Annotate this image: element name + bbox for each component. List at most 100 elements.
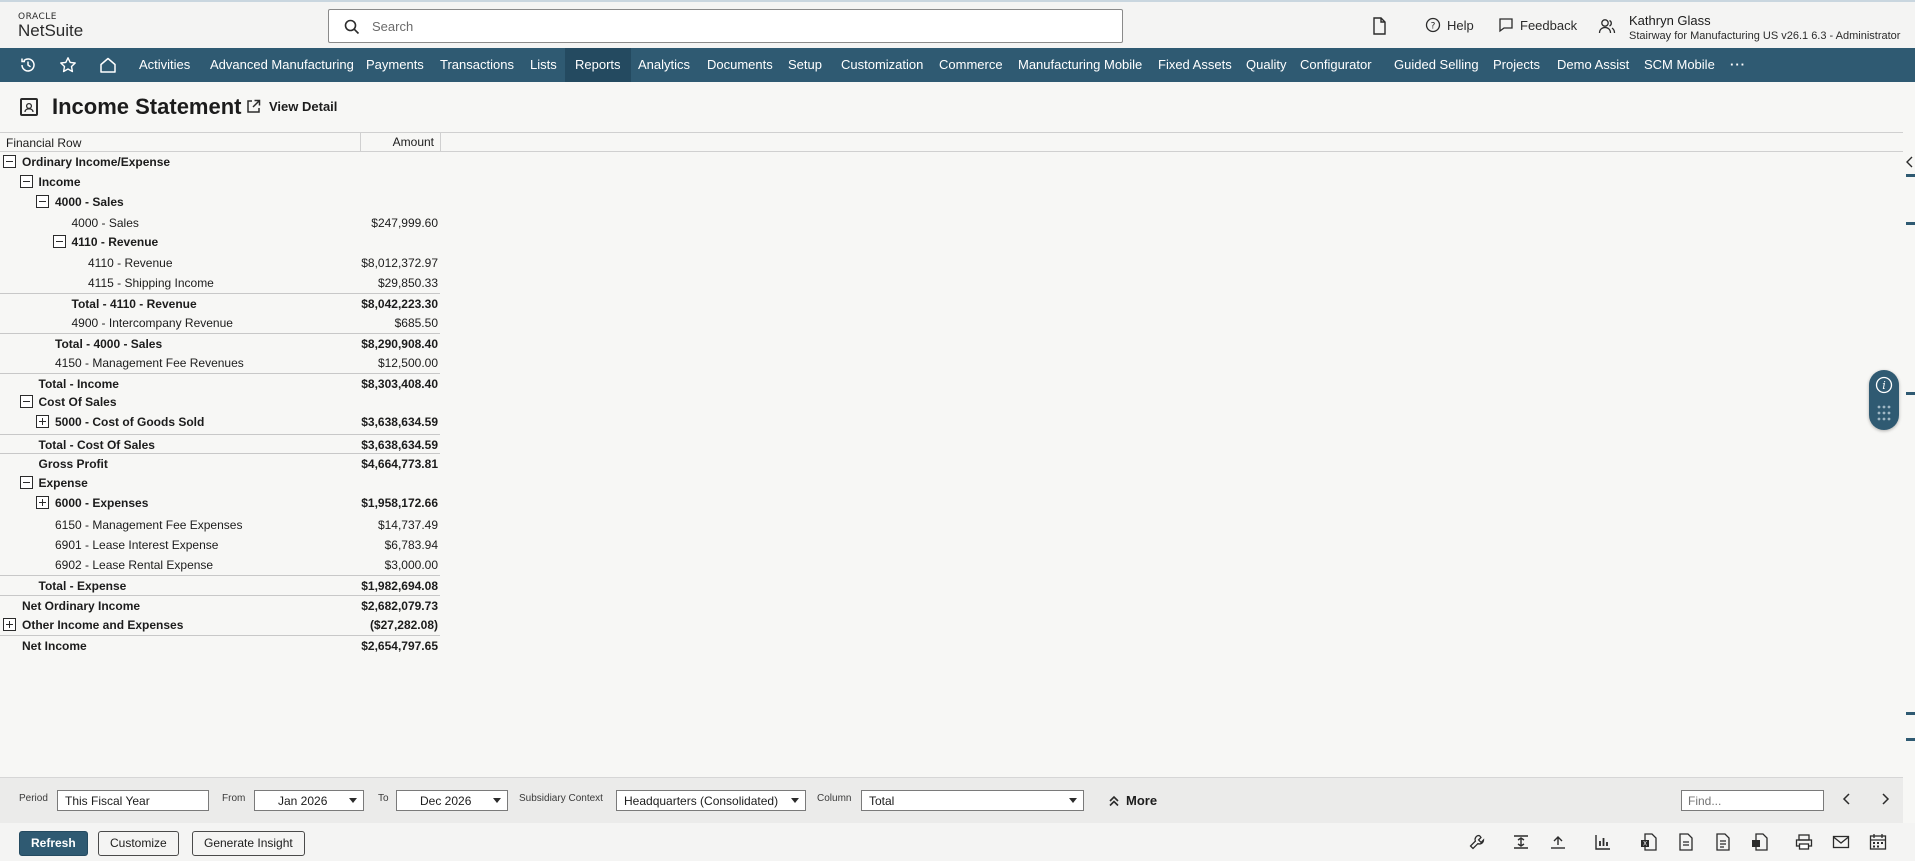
expand-icon[interactable] — [3, 618, 16, 631]
collapse-icon[interactable] — [19, 476, 33, 489]
row-amount[interactable]: $3,000.00 — [385, 558, 438, 572]
row-label[interactable]: 6000 - Expenses — [55, 496, 148, 510]
row-amount[interactable]: $3,638,634.59 — [361, 415, 438, 429]
nav-commerce[interactable]: Commerce — [929, 48, 1013, 82]
floating-assist-button[interactable]: i — [1869, 370, 1899, 430]
row-amount[interactable]: $3,638,634.59 — [361, 438, 438, 452]
wrench-icon[interactable] — [1468, 833, 1486, 851]
row-label[interactable]: Cost Of Sales — [39, 395, 117, 409]
chevron-left-icon[interactable] — [1842, 792, 1852, 806]
user-role[interactable]: Stairway for Manufacturing US v26.1 6.3 … — [1629, 30, 1900, 42]
feedback-link[interactable]: Feedback — [1498, 17, 1577, 33]
global-search-input[interactable]: Search — [328, 9, 1123, 43]
row-amount[interactable]: $4,664,773.81 — [361, 457, 438, 471]
user-roles-icon[interactable] — [1598, 17, 1616, 35]
row-label[interactable]: Income — [39, 175, 81, 189]
nav-quality[interactable]: Quality — [1236, 48, 1296, 82]
nav-documents[interactable]: Documents — [697, 48, 783, 82]
subsidiary-context-select[interactable]: Headquarters (Consolidated) — [616, 790, 806, 811]
row-label[interactable]: 4000 - Sales — [55, 195, 124, 209]
row-amount[interactable]: $2,654,797.65 — [361, 639, 438, 653]
row-amount[interactable]: $8,012,372.97 — [361, 256, 438, 270]
row-label[interactable]: 5000 - Cost of Goods Sold — [55, 415, 204, 429]
collapse-icon[interactable] — [19, 175, 33, 188]
export-pdf-icon[interactable] — [1714, 833, 1732, 851]
row-label[interactable]: 4110 - Revenue — [72, 235, 159, 249]
row-amount[interactable]: $247,999.60 — [371, 216, 438, 230]
nav-transactions[interactable]: Transactions — [430, 48, 524, 82]
customize-button[interactable]: Customize — [98, 831, 179, 856]
column-header-financial-row[interactable]: Financial Row — [6, 136, 81, 150]
collapse-all-icon[interactable] — [1549, 833, 1567, 851]
expand-icon[interactable] — [36, 496, 49, 509]
row-amount[interactable]: $2,682,079.73 — [361, 599, 438, 613]
row-amount[interactable]: $8,303,408.40 — [361, 377, 438, 391]
more-filters-button[interactable]: More — [1108, 793, 1157, 808]
nav-more-icon[interactable]: ··· — [1720, 48, 1756, 82]
email-icon[interactable] — [1832, 833, 1850, 851]
nav-manufacturing-mobile[interactable]: Manufacturing Mobile — [1008, 48, 1152, 82]
right-side-panel-rail[interactable] — [1903, 132, 1915, 777]
nav-projects[interactable]: Projects — [1483, 48, 1550, 82]
favorites-star-icon[interactable] — [59, 56, 77, 74]
period-field[interactable]: This Fiscal Year — [57, 790, 209, 811]
expand-icon[interactable] — [36, 415, 49, 428]
column-select[interactable]: Total — [861, 790, 1084, 811]
nav-fixed-assets[interactable]: Fixed Assets — [1148, 48, 1242, 82]
recent-records-icon[interactable] — [1371, 17, 1387, 35]
nav-demo-assist[interactable]: Demo Assist — [1547, 48, 1639, 82]
nav-advanced-manufacturing[interactable]: Advanced Manufacturing — [200, 48, 364, 82]
collapse-icon[interactable] — [3, 155, 16, 168]
row-label: Net Income — [22, 639, 87, 653]
collapse-icon[interactable] — [52, 235, 66, 248]
schedule-calendar-icon[interactable] — [1869, 833, 1887, 851]
collapse-icon[interactable] — [36, 195, 49, 208]
export-csv-icon[interactable] — [1677, 833, 1695, 851]
row-amount[interactable]: $8,290,908.40 — [361, 337, 438, 351]
row-amount[interactable]: $29,850.33 — [378, 276, 438, 290]
recent-history-icon[interactable] — [19, 56, 37, 74]
nav-setup[interactable]: Setup — [778, 48, 832, 82]
row-amount[interactable]: $8,042,223.30 — [361, 297, 438, 311]
row-amount[interactable]: ($27,282.08) — [370, 618, 438, 632]
user-name[interactable]: Kathryn Glass — [1629, 13, 1711, 28]
chevron-left-icon[interactable] — [1905, 156, 1914, 168]
nav-customization[interactable]: Customization — [831, 48, 933, 82]
row-label[interactable]: Other Income and Expenses — [22, 618, 183, 632]
help-link[interactable]: ? Help — [1425, 17, 1474, 33]
drag-grip-icon[interactable] — [1877, 404, 1891, 422]
row-label[interactable]: Expense — [39, 476, 88, 490]
home-icon[interactable] — [99, 56, 117, 74]
nav-guided-selling[interactable]: Guided Selling — [1384, 48, 1489, 82]
chart-icon[interactable] — [1594, 833, 1612, 851]
nav-activities[interactable]: Activities — [129, 48, 200, 82]
column-header-amount[interactable]: Amount — [360, 133, 441, 151]
chevron-right-icon[interactable] — [1880, 792, 1890, 806]
nav-scm-mobile[interactable]: SCM Mobile — [1634, 48, 1725, 82]
view-detail-link[interactable]: View Detail — [246, 99, 337, 114]
row-amount[interactable]: $6,783.94 — [385, 538, 438, 552]
row-amount[interactable]: $12,500.00 — [378, 356, 438, 370]
row-label[interactable]: Ordinary Income/Expense — [22, 155, 170, 169]
to-select[interactable]: Dec 2026 — [396, 790, 508, 811]
nav-payments[interactable]: Payments — [356, 48, 434, 82]
nav-configurator[interactable]: Configurator — [1290, 48, 1382, 82]
find-input[interactable] — [1681, 790, 1824, 811]
nav-lists[interactable]: Lists — [520, 48, 567, 82]
row-amount[interactable]: $14,737.49 — [378, 518, 438, 532]
export-excel-icon[interactable]: X — [1640, 833, 1658, 851]
generate-insight-button[interactable]: Generate Insight — [192, 831, 305, 856]
export-document-icon[interactable] — [1751, 833, 1769, 851]
print-icon[interactable] — [1795, 833, 1813, 851]
expand-all-icon[interactable] — [1512, 833, 1530, 851]
from-select[interactable]: Jan 2026 — [254, 790, 364, 811]
rail-marker — [1906, 174, 1915, 177]
refresh-button[interactable]: Refresh — [19, 831, 88, 856]
nav-reports[interactable]: Reports — [565, 48, 631, 82]
row-amount[interactable]: $1,958,172.66 — [361, 496, 438, 510]
row-amount[interactable]: $1,982,694.08 — [361, 579, 438, 593]
netsuite-logo[interactable]: ORACLE NetSuite — [18, 12, 83, 40]
row-amount[interactable]: $685.50 — [395, 316, 438, 330]
collapse-icon[interactable] — [19, 395, 33, 408]
nav-analytics[interactable]: Analytics — [628, 48, 700, 82]
